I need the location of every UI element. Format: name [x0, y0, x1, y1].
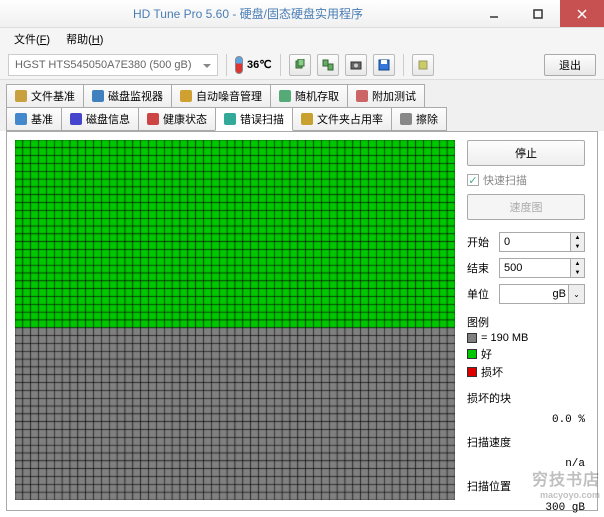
menu-file[interactable]: 文件(F) [8, 29, 56, 49]
end-input[interactable]: 500▲▼ [499, 258, 585, 278]
tab-label: 磁盘监视器 [108, 88, 163, 104]
tab-label: 自动噪音管理 [196, 88, 262, 104]
legend-label: 图例 [467, 314, 585, 330]
settings-button[interactable] [412, 54, 434, 76]
tab-擦除[interactable]: 擦除 [391, 107, 447, 131]
speed-value: n/a [565, 458, 585, 470]
tab-icon [15, 113, 27, 125]
speedmap-button: 速度图 [467, 194, 585, 220]
scan-grid [15, 140, 455, 500]
tab-icon [70, 113, 82, 125]
tab-icon [224, 113, 236, 125]
end-label: 结束 [467, 260, 495, 276]
tab-icon [400, 113, 412, 125]
copy2-button[interactable] [317, 54, 339, 76]
good-label: 好 [481, 346, 492, 362]
exit-button[interactable]: 退出 [544, 54, 596, 76]
tab-icon [92, 90, 104, 102]
tab-label: 健康状态 [163, 111, 207, 127]
tab-磁盘信息[interactable]: 磁盘信息 [61, 107, 139, 131]
minimize-button[interactable] [472, 0, 516, 27]
stop-button[interactable]: 停止 [467, 140, 585, 166]
damaged-value: 0.0 % [552, 414, 585, 426]
tab-文件基准[interactable]: 文件基准 [6, 84, 84, 108]
tab-label: 基准 [31, 111, 53, 127]
tab-基准[interactable]: 基准 [6, 107, 62, 131]
thermometer-icon [235, 56, 243, 74]
close-button[interactable] [560, 0, 604, 27]
quickscan-checkbox[interactable]: ✓ 快速扫描 [467, 172, 585, 188]
temperature-display: 36℃ [235, 56, 272, 74]
tab-健康状态[interactable]: 健康状态 [138, 107, 216, 131]
menu-help[interactable]: 帮助(H) [60, 29, 109, 49]
unit-select[interactable]: gB⌄ [499, 284, 585, 304]
tab-label: 随机存取 [295, 88, 339, 104]
tab-文件夹占用率[interactable]: 文件夹占用率 [292, 107, 392, 131]
window-title: HD Tune Pro 5.60 - 硬盘/固态硬盘实用程序 [24, 5, 472, 22]
tab-icon [301, 113, 313, 125]
tab-icon [356, 90, 368, 102]
tab-label: 磁盘信息 [86, 111, 130, 127]
tab-icon [279, 90, 291, 102]
tab-label: 文件基准 [31, 88, 75, 104]
tab-附加测试[interactable]: 附加测试 [347, 84, 425, 108]
unit-label: 单位 [467, 286, 495, 302]
block-size: = 190 MB [481, 332, 528, 344]
save-button[interactable] [373, 54, 395, 76]
tab-icon [147, 113, 159, 125]
good-icon [467, 349, 477, 359]
tab-icon [15, 90, 27, 102]
tab-磁盘监视器[interactable]: 磁盘监视器 [83, 84, 172, 108]
damaged-label: 损坏的块 [467, 390, 511, 406]
tab-错误扫描[interactable]: 错误扫描 [215, 107, 293, 131]
separator [280, 54, 281, 76]
separator [226, 54, 227, 76]
speed-label: 扫描速度 [467, 434, 511, 450]
checkbox-icon: ✓ [467, 174, 479, 186]
bad-icon [467, 367, 477, 377]
tab-label: 文件夹占用率 [317, 111, 383, 127]
tab-icon [180, 90, 192, 102]
bad-label: 损坏 [481, 364, 503, 380]
position-label: 扫描位置 [467, 478, 511, 494]
position-value: 300 gB [545, 502, 585, 514]
screenshot-button[interactable] [345, 54, 367, 76]
start-label: 开始 [467, 234, 495, 250]
maximize-button[interactable] [516, 0, 560, 27]
start-input[interactable]: 0▲▼ [499, 232, 585, 252]
drive-selector[interactable]: HGST HTS545050A7E380 (500 gB) [8, 54, 218, 76]
tab-随机存取[interactable]: 随机存取 [270, 84, 348, 108]
copy-button[interactable] [289, 54, 311, 76]
tab-label: 附加测试 [372, 88, 416, 104]
separator [403, 54, 404, 76]
tab-label: 错误扫描 [240, 111, 284, 127]
tab-label: 擦除 [416, 111, 438, 127]
block-icon [467, 333, 477, 343]
tab-自动噪音管理[interactable]: 自动噪音管理 [171, 84, 271, 108]
